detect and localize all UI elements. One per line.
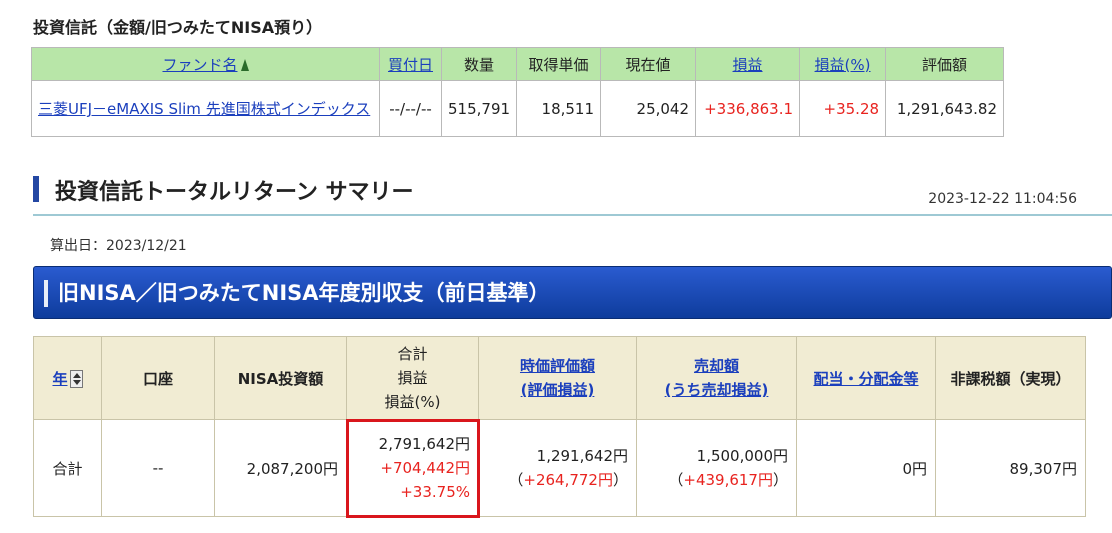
col-nisa-invest: NISA投資額 — [214, 336, 347, 420]
valuation-cell: 1,291,643.82 — [885, 80, 1005, 137]
acquisition-price-cell: 18,511 — [516, 80, 602, 137]
fund-name-cell[interactable]: 三菱UFJ－eMAXIS Slim 先進国株式インデックス — [31, 80, 380, 137]
invest-cell: 2,087,200円 — [214, 419, 347, 517]
sale-pl: +439,617円 — [683, 471, 773, 489]
paren-open: （ — [668, 471, 684, 489]
market-pl: +264,772円 — [523, 471, 613, 489]
summary-heading-marker — [33, 176, 39, 202]
pl-pct-sort-link[interactable]: 損益(%) — [815, 56, 871, 74]
tree-icon — [240, 58, 249, 71]
total-pl: +704,442円 — [380, 459, 470, 477]
total-cell-highlighted: 2,791,642円 +704,442円 +33.75% — [345, 418, 480, 518]
market-value: 1,291,642円 — [536, 447, 628, 465]
banner-marker — [44, 280, 48, 307]
fund-header-row: ファンド名 買付日 数量 取得単価 現在値 損益 損益(%) 評価額 — [31, 47, 1005, 81]
market-cell: 1,291,642円 （+264,772円） — [478, 419, 637, 517]
col-account: 口座 — [101, 336, 215, 420]
nisa-section-title: 旧NISA／旧つみたてNISA年度別収支（前日基準） — [58, 281, 550, 305]
col-total: 合計 損益 損益(%) — [346, 336, 479, 420]
fund-holdings-table: ファンド名 買付日 数量 取得単価 現在値 損益 損益(%) 評価額 三菱UFJ… — [31, 47, 1005, 137]
year-cell: 合計 — [33, 419, 102, 517]
purchase-date-sort-link[interactable]: 買付日 — [388, 56, 433, 74]
pl-pct-cell: +35.28 — [799, 80, 887, 137]
col-fund-name[interactable]: ファンド名 — [31, 47, 380, 81]
col-acquisition-price: 取得単価 — [516, 47, 602, 81]
fund-name-sort-link[interactable]: ファンド名 — [162, 56, 237, 74]
paren-close: ） — [772, 471, 788, 489]
total-pct: +33.75% — [400, 483, 470, 501]
total-header-line1: 合計 — [397, 345, 428, 363]
col-sale[interactable]: 売却額 (うち売却損益) — [636, 336, 797, 420]
table-row: 合計 -- 2,087,200円 2,791,642円 +704,442円 +3… — [33, 418, 1086, 518]
fund-name-link[interactable]: 三菱UFJ－eMAXIS Slim 先進国株式インデックス — [38, 100, 370, 118]
pl-sort-link[interactable]: 損益 — [733, 56, 763, 74]
market-pl-wrap: （+264,772円） — [487, 468, 628, 492]
market-value-link[interactable]: 時価評価額 — [520, 357, 595, 375]
col-pl-pct[interactable]: 損益(%) — [799, 47, 887, 81]
sale-cell: 1,500,000円 （+439,617円） — [636, 419, 797, 517]
paren-open: （ — [508, 471, 524, 489]
dividend-link[interactable]: 配当・分配金等 — [813, 370, 918, 388]
summary-title: 投資信託トータルリターン サマリー — [55, 180, 414, 205]
total-header-line3: 損益(%) — [384, 393, 441, 411]
col-valuation: 評価額 — [885, 47, 1005, 81]
sale-link[interactable]: 売却額 — [694, 357, 739, 375]
sale-value: 1,500,000円 — [696, 447, 788, 465]
pl-cell: +336,863.1 — [695, 80, 801, 137]
total-header-line2: 損益 — [397, 369, 428, 387]
col-dividend[interactable]: 配当・分配金等 — [796, 336, 936, 420]
col-current-price: 現在値 — [600, 47, 697, 81]
summary-divider — [33, 214, 1112, 216]
market-pl-link[interactable]: (評価損益) — [521, 381, 595, 399]
col-quantity: 数量 — [440, 47, 518, 81]
account-cell: -- — [101, 419, 215, 517]
col-tax-exempt: 非課税額（実現） — [935, 336, 1086, 420]
year-sort-link[interactable]: 年 — [52, 370, 67, 388]
calc-date: 算出日：2023/12/21 — [50, 238, 187, 254]
total-value: 2,791,642円 — [378, 435, 470, 453]
quantity-cell: 515,791 — [440, 80, 518, 137]
nisa-section-banner: 旧NISA／旧つみたてNISA年度別収支（前日基準） — [33, 266, 1112, 319]
dividend-cell: 0円 — [796, 419, 936, 517]
col-pl[interactable]: 損益 — [695, 47, 801, 81]
col-purchase-date[interactable]: 買付日 — [379, 47, 442, 81]
fund-section-title: 投資信託（金額/旧つみたてNISA預り） — [33, 18, 323, 37]
col-year[interactable]: 年 — [33, 336, 102, 420]
col-market-value[interactable]: 時価評価額 (評価損益) — [478, 336, 637, 420]
current-price-cell: 25,042 — [600, 80, 697, 137]
table-row: 三菱UFJ－eMAXIS Slim 先進国株式インデックス --/--/-- 5… — [31, 80, 1005, 137]
tax-exempt-cell: 89,307円 — [935, 419, 1086, 517]
summary-timestamp: 2023-12-22 11:04:56 — [928, 191, 1077, 207]
sort-updown-icon[interactable] — [69, 369, 83, 388]
nisa-yearly-table: 年 口座 NISA投資額 合計 損益 損益(%) 時価評価額 (評価損益) 売却… — [33, 336, 1086, 518]
summary-header-row: 年 口座 NISA投資額 合計 損益 損益(%) 時価評価額 (評価損益) 売却… — [33, 336, 1086, 420]
purchase-date-cell: --/--/-- — [379, 80, 442, 137]
sale-pl-wrap: （+439,617円） — [645, 468, 788, 492]
paren-close: ） — [612, 471, 628, 489]
sale-pl-link[interactable]: (うち売却損益) — [665, 381, 769, 399]
